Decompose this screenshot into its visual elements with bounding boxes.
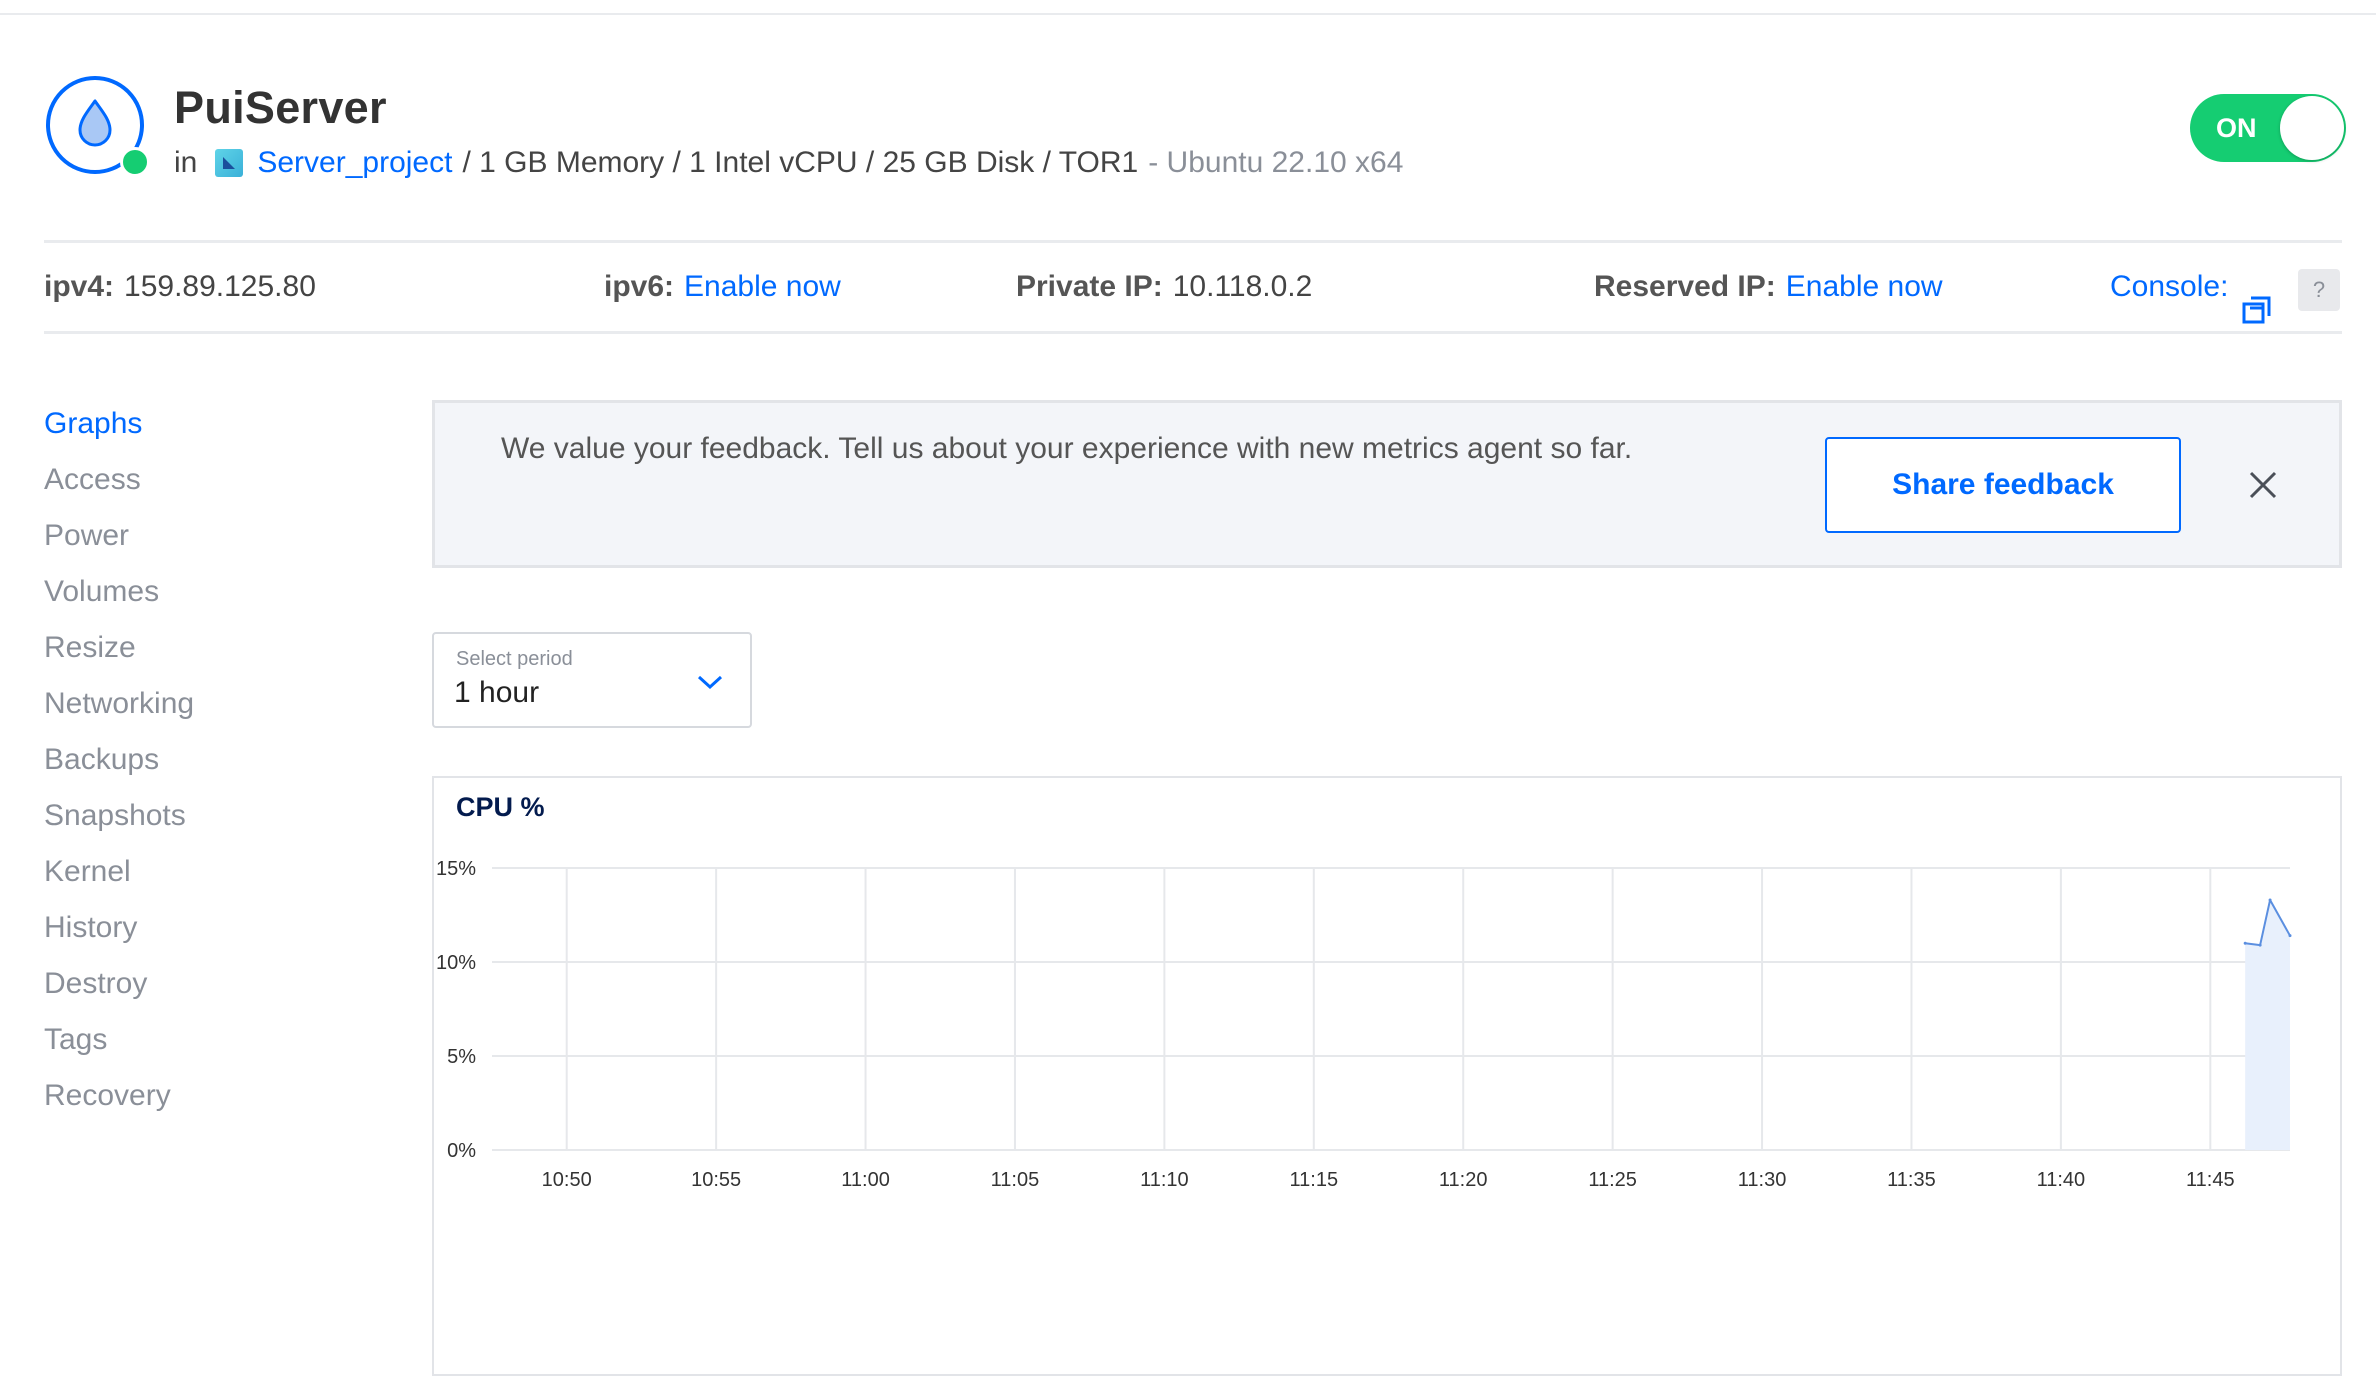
cpu-chart: 0% 5% 10% 15% 10:50 10:55 11:00 11:05 11:10 11:15… (436, 858, 2292, 1191)
external-window-icon (2242, 272, 2272, 324)
sidebar-item-access[interactable]: Access (44, 458, 384, 514)
power-toggle-knob (2280, 96, 2344, 160)
y-tick-label: 5% (447, 1046, 476, 1068)
sidebar-item-volumes[interactable]: Volumes (44, 570, 384, 626)
in-label: in (174, 146, 198, 179)
x-tick-label: 10:50 (542, 1169, 592, 1191)
x-tick-label: 11:35 (1887, 1169, 1936, 1191)
chevron-down-icon (696, 672, 724, 692)
cpu-data-point (2288, 934, 2292, 938)
help-button[interactable]: ? (2298, 269, 2340, 311)
period-select-label: Select period (456, 648, 573, 670)
status-indicator (120, 147, 150, 177)
share-feedback-button[interactable]: Share feedback (1825, 437, 2181, 533)
feedback-banner: We value your feedback. Tell us about yo… (432, 400, 2342, 568)
reserved-ip-enable-link[interactable]: Enable now (1786, 270, 1943, 303)
droplet-os: - Ubuntu 22.10 x64 (1148, 146, 1404, 179)
project-link[interactable]: Server_project (257, 143, 452, 183)
top-divider (0, 13, 2376, 15)
x-tick-label: 11:20 (1439, 1169, 1488, 1191)
y-tick-label: 10% (436, 952, 476, 974)
sidebar-item-backups[interactable]: Backups (44, 738, 384, 794)
x-tick-label: 11:15 (1290, 1169, 1339, 1191)
private-ip-value: 10.118.0.2 (1172, 270, 1313, 303)
x-tick-label: 11:45 (2186, 1169, 2235, 1191)
console-label: Console: (2110, 270, 2229, 303)
y-tick-label: 15% (436, 858, 476, 880)
sidebar-nav: Graphs Access Power Volumes Resize Netwo… (44, 402, 384, 1130)
sidebar-item-destroy[interactable]: Destroy (44, 962, 384, 1018)
ipv4-value: 159.89.125.80 (124, 270, 316, 303)
y-tick-label: 0% (447, 1140, 476, 1162)
cpu-data-point (2243, 941, 2247, 945)
period-select-value: 1 hour (454, 676, 540, 709)
droplet-specs: / 1 GB Memory / 1 Intel vCPU / 25 GB Dis… (462, 146, 1139, 179)
private-ip-label: Private IP: (1016, 270, 1163, 303)
sidebar-item-recovery[interactable]: Recovery (44, 1074, 384, 1130)
reserved-ip-item: Reserved IP: Enable now (1594, 243, 1943, 331)
cpu-area-fill (2245, 899, 2290, 1150)
sidebar-item-graphs[interactable]: Graphs (44, 402, 384, 458)
ipv4-item: ipv4: 159.89.125.80 (44, 243, 316, 331)
feedback-message: We value your feedback. Tell us about yo… (501, 432, 1633, 465)
x-tick-label: 11:30 (1738, 1169, 1787, 1191)
droplet-meta: in Server_project / 1 GB Memory / 1 Inte… (174, 141, 1403, 185)
x-tick-label: 11:05 (991, 1169, 1040, 1191)
sidebar-item-power[interactable]: Power (44, 514, 384, 570)
sidebar-item-tags[interactable]: Tags (44, 1018, 384, 1074)
power-toggle-label: ON (2216, 113, 2257, 143)
sidebar-item-resize[interactable]: Resize (44, 626, 384, 682)
x-tick-label: 10:55 (691, 1169, 741, 1191)
private-ip-item: Private IP: 10.118.0.2 (1016, 243, 1312, 331)
cpu-chart-card: CPU % 0% 5% 10% 15% 10:50 10:55 11:00 11:05 11:1… (432, 776, 2342, 1376)
period-select[interactable]: Select period 1 hour (432, 632, 752, 728)
cpu-data-point (2258, 943, 2262, 947)
ipv4-label: ipv4: (44, 270, 115, 303)
sidebar-item-snapshots[interactable]: Snapshots (44, 794, 384, 850)
x-tick-label: 11:00 (841, 1169, 890, 1191)
ipv6-item: ipv6: Enable now (604, 243, 841, 331)
reserved-ip-label: Reserved IP: (1594, 270, 1776, 303)
x-tick-label: 11:10 (1140, 1169, 1189, 1191)
x-tick-label: 11:25 (1588, 1169, 1637, 1191)
page-title: PuiServer (174, 82, 387, 133)
x-tick-label: 11:40 (2037, 1169, 2086, 1191)
close-icon[interactable] (2243, 465, 2283, 505)
ip-bar: ipv4: 159.89.125.80 ipv6: Enable now Priva… (44, 240, 2342, 334)
sidebar-item-history[interactable]: History (44, 906, 384, 962)
sidebar-item-networking[interactable]: Networking (44, 682, 384, 738)
ipv6-enable-link[interactable]: Enable now (684, 270, 841, 303)
sidebar-item-kernel[interactable]: Kernel (44, 850, 384, 906)
ipv6-label: ipv6: (604, 270, 675, 303)
cpu-data-point (2268, 898, 2272, 902)
project-icon (215, 149, 244, 177)
console-link[interactable]: Console: (2110, 243, 2272, 331)
power-toggle[interactable]: ON (2190, 94, 2346, 162)
